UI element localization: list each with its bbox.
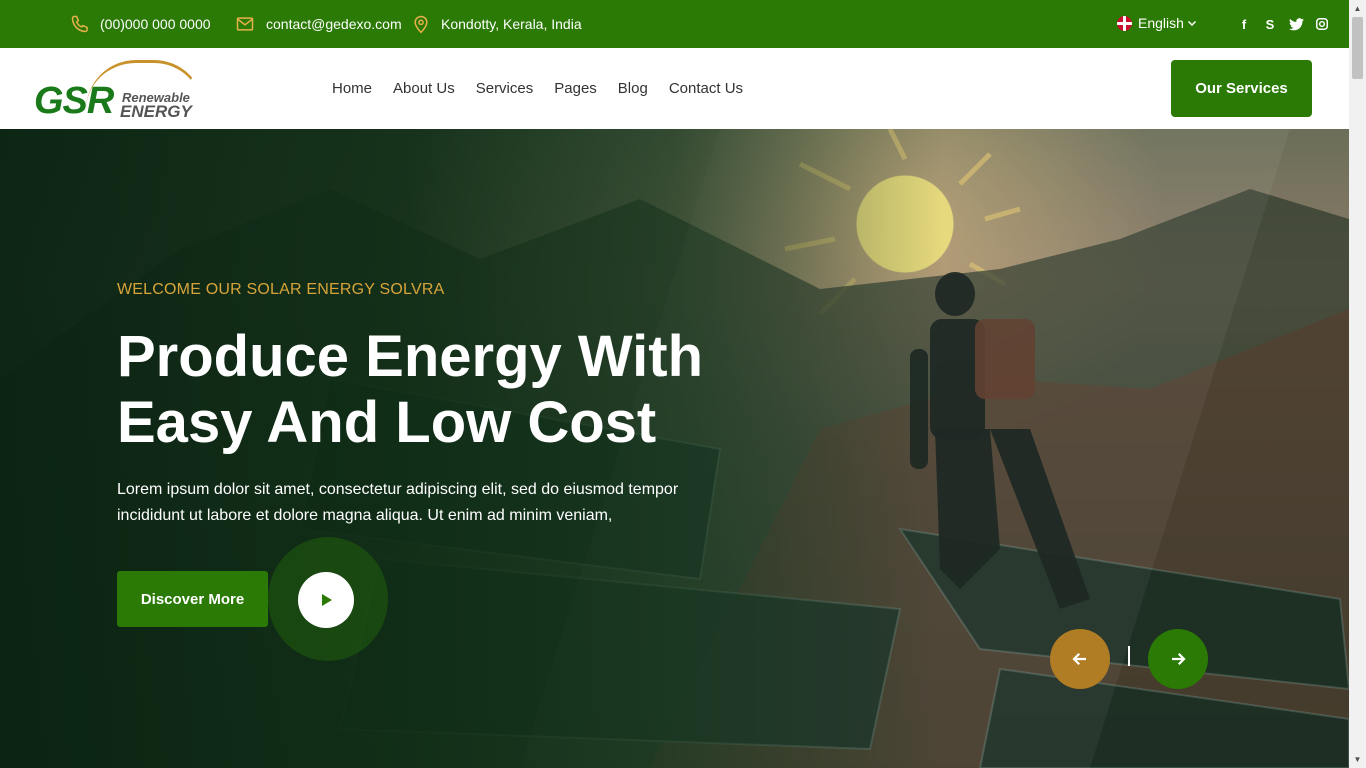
play-icon [322, 594, 332, 606]
phone-text: (00)000 000 0000 [100, 16, 211, 32]
uk-flag-icon [1117, 15, 1132, 31]
twitter-icon[interactable] [1288, 16, 1304, 32]
location-text: Kondotty, Kerala, India [441, 16, 582, 32]
site-logo[interactable]: GSR Renewable ENERGY [34, 58, 204, 122]
phone-icon [71, 15, 88, 33]
instagram-icon[interactable] [1314, 16, 1330, 32]
hero-title: Produce Energy With Easy And Low Cost [117, 324, 757, 456]
slider-next-button[interactable] [1148, 629, 1208, 689]
scroll-thumb[interactable] [1352, 17, 1363, 79]
top-bar: (00)000 000 0000 contact@gedexo.com Kond… [0, 0, 1349, 48]
hero-title-line2: Easy And Low Cost [117, 390, 657, 455]
main-header: GSR Renewable ENERGY Home About Us Servi… [0, 48, 1349, 129]
email-contact[interactable]: contact@gedexo.com [234, 0, 402, 48]
phone-contact[interactable]: (00)000 000 0000 [70, 0, 211, 48]
scroll-up-arrow-icon[interactable]: ▲ [1349, 0, 1366, 17]
slider-separator [1128, 646, 1130, 666]
our-services-button[interactable]: Our Services [1171, 60, 1312, 117]
mail-icon [236, 17, 254, 31]
nav-about-us[interactable]: About Us [393, 80, 455, 97]
nav-services[interactable]: Services [476, 80, 534, 97]
slider-prev-button[interactable] [1050, 629, 1110, 689]
arrow-right-icon [1172, 652, 1186, 666]
main-nav: Home About Us Services Pages Blog Contac… [332, 48, 743, 129]
hero-subtitle: WELCOME OUR SOLAR ENERGY SOLVRA [117, 281, 445, 298]
arrow-left-icon [1072, 652, 1086, 666]
logo-line2: ENERGY [120, 102, 192, 121]
nav-blog[interactable]: Blog [618, 80, 648, 97]
discover-more-button[interactable]: Discover More [117, 571, 268, 627]
language-label: English [1138, 15, 1184, 31]
email-text: contact@gedexo.com [266, 16, 402, 32]
location-pin-icon [414, 15, 428, 34]
logo-main-text: GSR [34, 80, 114, 122]
language-selector[interactable]: English [1117, 0, 1198, 46]
play-video-button[interactable] [298, 572, 354, 628]
social-links: f S [1236, 0, 1330, 48]
hero-description: Lorem ipsum dolor sit amet, consectetur … [117, 481, 679, 524]
facebook-icon[interactable]: f [1236, 16, 1252, 32]
page-scrollbar[interactable]: ▲ ▼ [1349, 0, 1366, 768]
location-contact: Kondotty, Kerala, India [411, 0, 582, 48]
hero-slider: WELCOME OUR SOLAR ENERGY SOLVRA Produce … [0, 129, 1349, 768]
scroll-down-arrow-icon[interactable]: ▼ [1349, 751, 1366, 768]
nav-pages[interactable]: Pages [554, 80, 597, 97]
nav-contact-us[interactable]: Contact Us [669, 80, 743, 97]
chevron-down-icon [1187, 20, 1196, 27]
skype-icon[interactable]: S [1262, 16, 1278, 32]
nav-home[interactable]: Home [332, 80, 372, 97]
hero-title-line1: Produce Energy With [117, 324, 704, 389]
